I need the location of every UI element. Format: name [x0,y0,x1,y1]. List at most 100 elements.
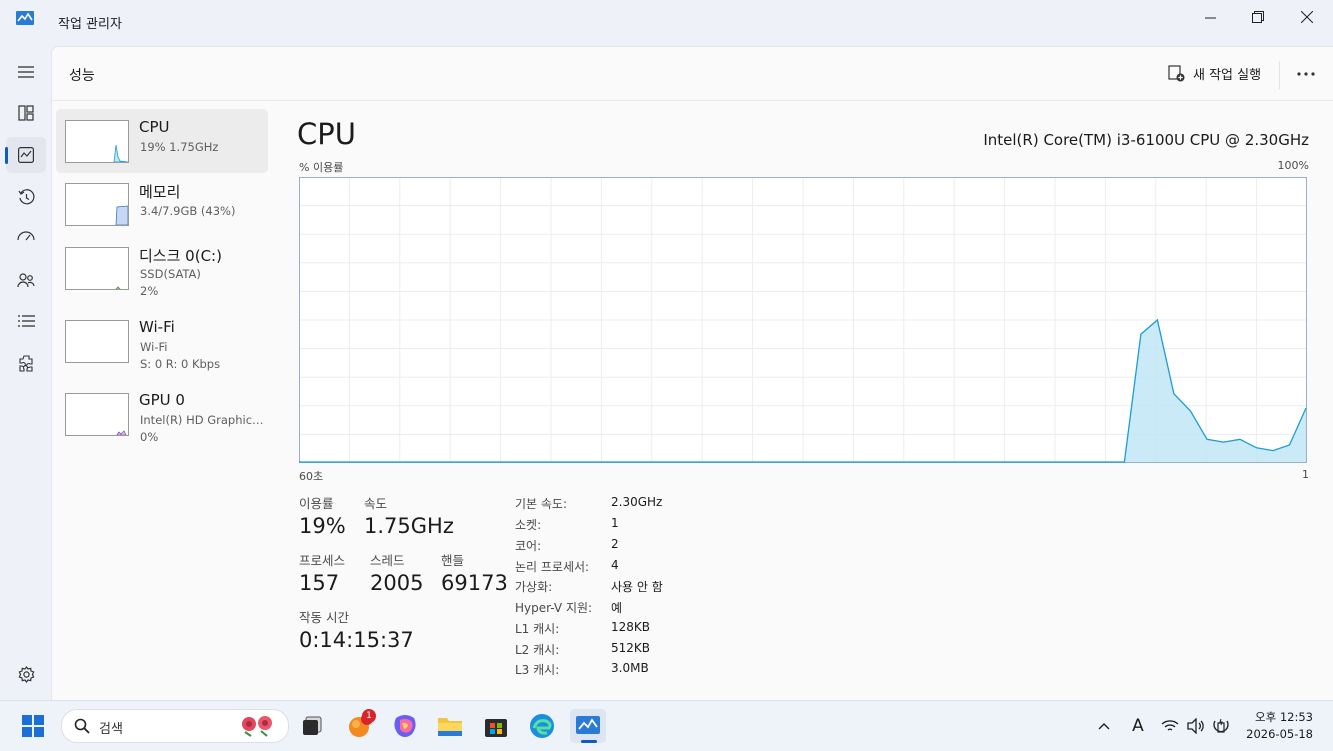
task-manager-app-icon [16,11,34,25]
taskbar-search[interactable]: 검색 [61,709,289,743]
search-icon [74,718,90,734]
graph-time-left: 60초 [299,470,324,483]
startup-icon [17,231,35,241]
run-new-task-button[interactable]: 새 작업 실행 [1168,64,1261,83]
info-key: 코어: [515,539,542,553]
clock-date: 2026-05-18 [1246,727,1313,741]
nav-services[interactable] [6,345,46,381]
device-item-gpu[interactable]: GPU 0 Intel(R) HD Graphics ... 0% [56,382,268,446]
details-icon [17,315,35,327]
clock-time: 오후 12:53 [1255,710,1313,724]
nav-users[interactable] [6,262,46,298]
minimize-icon [1204,17,1216,18]
task-manager-icon [576,716,600,734]
info-value: 사용 안 함 [611,580,663,594]
edge-browser-icon [530,714,554,738]
device-detail: SSD(SATA) [140,267,201,281]
settings-icon [18,665,34,683]
start-button[interactable] [15,709,51,743]
speed-label: 속도 [364,496,388,511]
info-key: 기본 속도: [515,497,568,511]
copilot-icon [394,715,416,737]
processes-icon [18,105,34,121]
device-name: 디스크 0(C:) [139,247,222,265]
nav-app-history[interactable] [6,179,46,215]
taskbar: 검색 1 A 오후 12:53 2026-05-18 [0,700,1333,751]
close-icon [1301,11,1313,23]
main-panel: 성능 새 작업 실행 CPU 19% 1.75GHz 메모리 3.4/7.9GB… [51,46,1333,701]
running-indicator [581,740,597,743]
close-button[interactable] [1284,0,1330,34]
info-value: 2.30GHz [611,495,663,509]
device-detail-2: 2% [140,284,159,298]
taskbar-copilot[interactable] [387,709,423,743]
show-hidden-icons-button[interactable] [1088,709,1120,743]
restore-icon [1252,11,1264,23]
battery-button[interactable] [1205,709,1237,743]
nav-startup[interactable] [6,220,46,256]
panel-header: 성능 새 작업 실행 [52,47,1333,101]
cpu-usage-graph [299,177,1307,463]
info-key: Hyper-V 지원: [515,601,593,615]
info-key: 논리 프로세서: [515,560,590,574]
nav-performance[interactable] [6,137,46,173]
taskbar-edge[interactable] [524,709,560,743]
more-options-button[interactable] [1292,62,1320,86]
taskbar-taskview[interactable] [294,709,330,743]
search-placeholder: 검색 [99,722,123,737]
taskbar-clock[interactable]: 오후 12:53 2026-05-18 [1246,709,1313,743]
graph-time-right: 1 [1302,468,1309,481]
taskbar-widgets[interactable]: 1 [341,709,377,743]
info-value: 512KB [611,641,651,655]
wifi-icon [1161,720,1179,731]
taskbar-store[interactable] [478,709,514,743]
graph-max-label: 100% [1277,159,1309,172]
disk-thumbnail-graph [65,247,129,290]
active-indicator [5,147,8,164]
hamburger-button[interactable] [6,54,46,90]
graph-y-label: % 이용률 [299,161,344,174]
restore-button[interactable] [1235,0,1281,34]
info-value: 2 [611,537,619,551]
title-bar: 작업 관리자 [0,0,1333,46]
device-item-disk[interactable]: 디스크 0(C:) SSD(SATA) 2% [56,236,268,300]
device-item-wifi[interactable]: Wi-Fi Wi-Fi S: 0 R: 0 Kbps [56,309,268,373]
threads-label: 스레드 [370,553,405,568]
uptime-value: 0:14:15:37 [299,628,414,652]
info-key: 소켓: [515,518,542,532]
device-detail: Intel(R) HD Graphics ... [140,413,268,427]
taskbar-file-explorer[interactable] [432,709,468,743]
nav-rail [0,46,51,700]
store-icon [485,719,507,737]
device-item-memory[interactable]: 메모리 3.4/7.9GB (43%) [56,172,268,236]
info-key: 가상화: [515,580,553,594]
info-value: 4 [611,558,619,572]
hamburger-icon [18,66,34,78]
nav-processes[interactable] [6,95,46,131]
threads-value: 2005 [370,571,424,595]
minimize-button[interactable] [1187,0,1233,34]
battery-charging-icon [1213,718,1229,733]
taskbar-task-manager[interactable] [570,709,606,743]
device-item-cpu[interactable]: CPU 19% 1.75GHz [56,109,268,173]
wifi-thumbnail-graph [65,320,129,363]
nav-details[interactable] [6,303,46,339]
device-name: 메모리 [139,183,181,201]
task-view-icon [303,716,322,735]
info-key: L1 캐시: [515,622,560,636]
nav-settings[interactable] [6,656,46,692]
new-task-icon [1168,65,1185,82]
device-detail: 19% 1.75GHz [140,140,219,154]
usage-label: 이용률 [299,496,334,511]
cpu-model: Intel(R) Core(TM) i3-6100U CPU @ 2.30GHz [983,131,1309,149]
page-title: 성능 [69,68,95,84]
notification-badge: 1 [362,709,376,723]
info-value: 1 [611,516,619,530]
roses-icon [242,716,272,737]
device-detail-2: 0% [140,430,159,444]
processes-value: 157 [299,571,340,595]
info-value: 예 [611,601,623,615]
memory-thumbnail-graph [65,183,129,226]
handles-value: 69173 [441,571,508,595]
ime-indicator[interactable]: A [1122,709,1154,743]
